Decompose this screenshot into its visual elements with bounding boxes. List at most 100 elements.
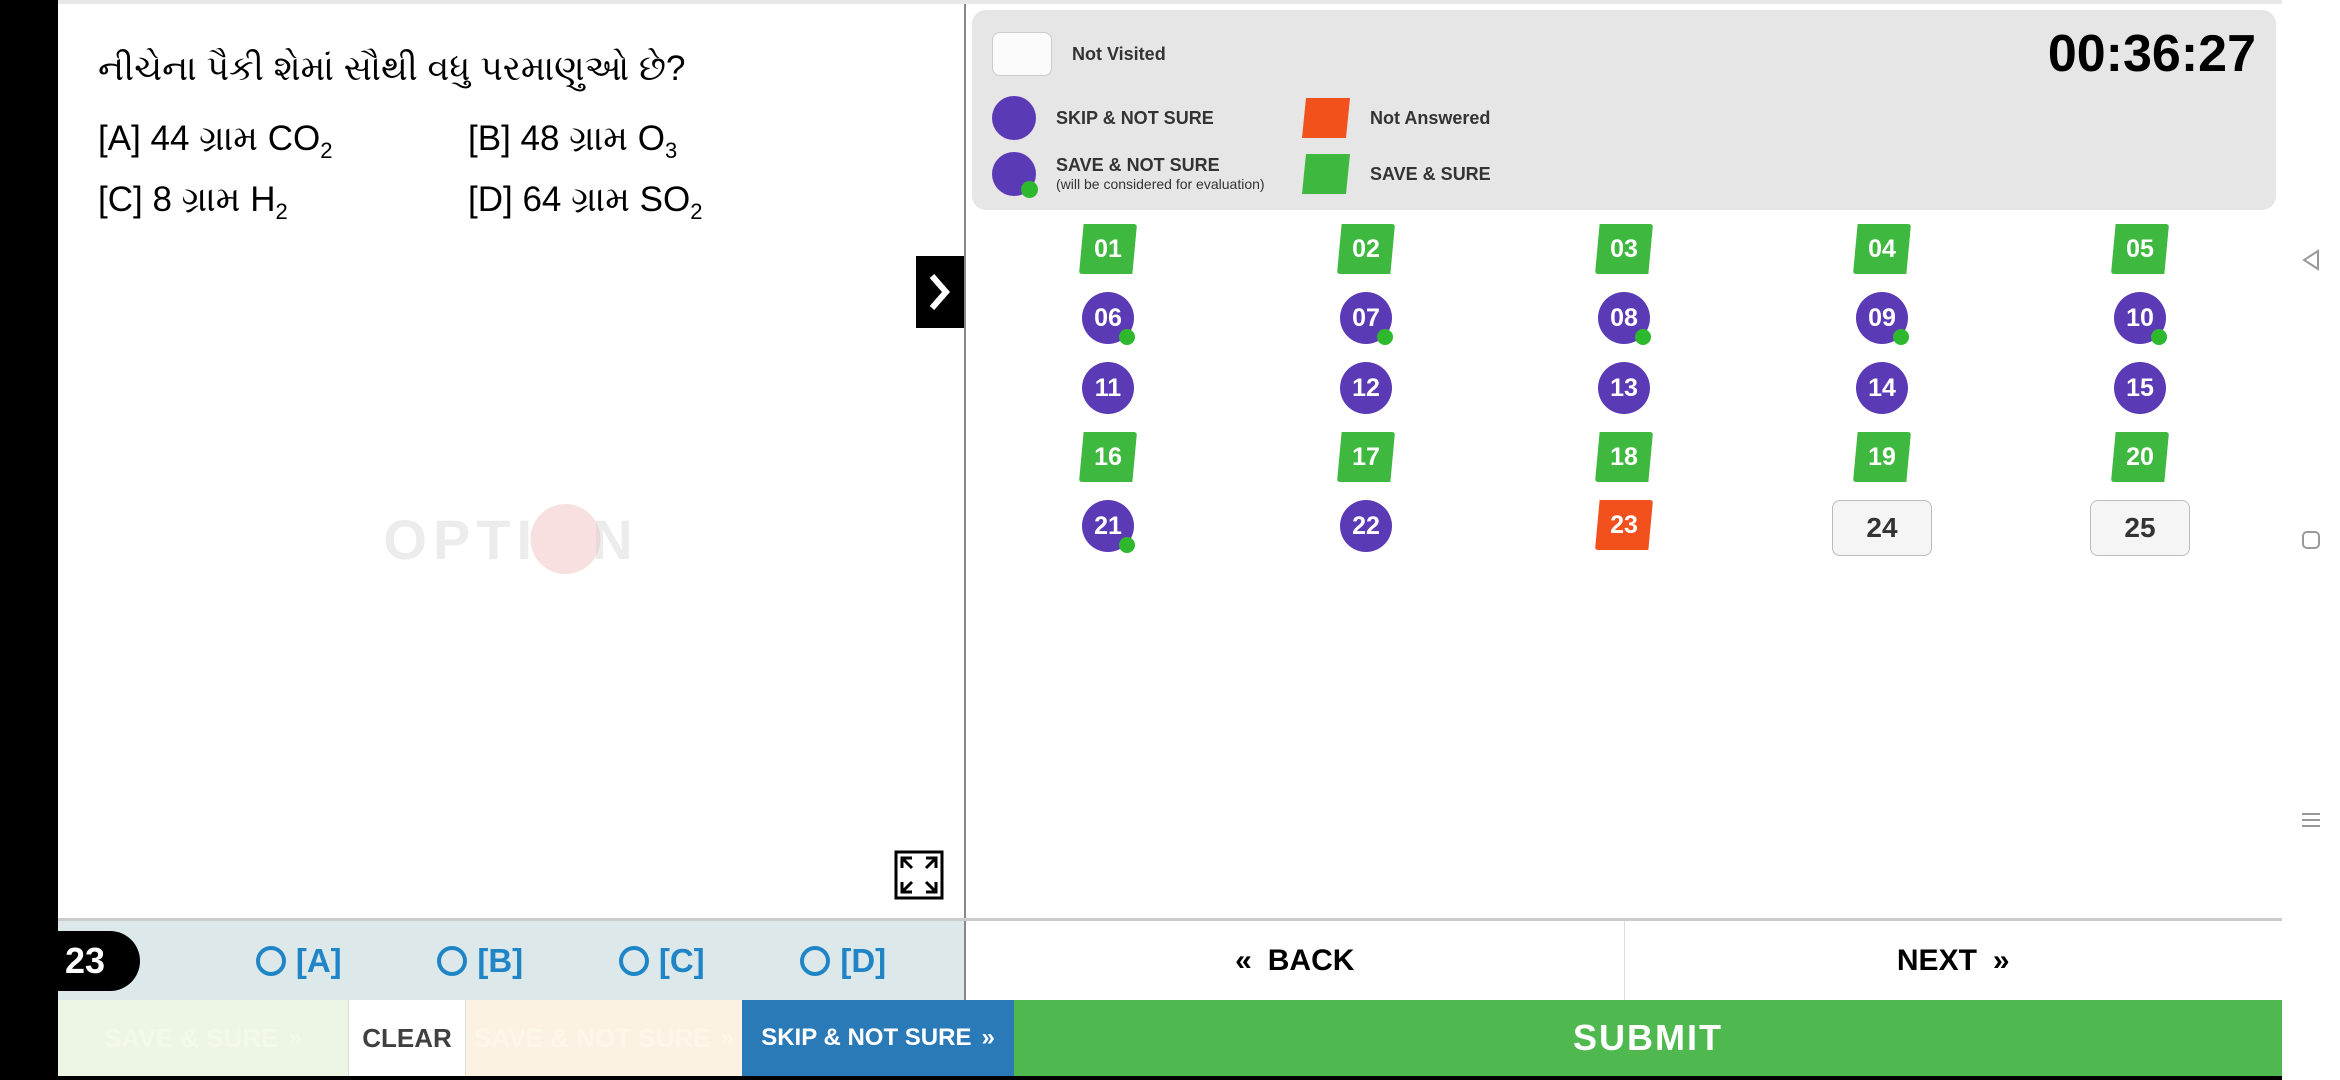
chevron-double-right-icon: »: [721, 1024, 734, 1052]
answer-bar: 23 [A] [B] [C] [D] « BACK: [58, 920, 2282, 1000]
status-dot-icon: [1635, 329, 1651, 345]
answer-option-c[interactable]: [C]: [619, 942, 705, 980]
question-nav-09[interactable]: 09: [1856, 292, 1908, 344]
clear-btn-label: CLEAR: [362, 1023, 452, 1054]
chevron-double-left-icon: «: [1235, 944, 1252, 978]
question-nav-05[interactable]: 05: [2111, 224, 2169, 274]
next-question-arrow[interactable]: [916, 256, 964, 328]
not-visited-label: Not Visited: [1072, 44, 1166, 65]
not-answered-icon: [1302, 98, 1350, 138]
question-nav-08[interactable]: 08: [1598, 292, 1650, 344]
question-nav-06[interactable]: 06: [1082, 292, 1134, 344]
question-nav-03[interactable]: 03: [1595, 224, 1653, 274]
radio-icon: [619, 946, 649, 976]
question-nav-16[interactable]: 16: [1079, 432, 1137, 482]
question-nav-21[interactable]: 21: [1082, 500, 1134, 552]
option-b-label: [B]: [468, 119, 511, 158]
option-c-sub: 2: [276, 199, 288, 224]
save-not-sure-label: SAVE & NOT SURE: [1056, 155, 1265, 176]
question-nav-23[interactable]: 23: [1595, 500, 1653, 550]
question-nav-24[interactable]: 24: [1832, 500, 1932, 556]
status-dot-icon: [1377, 329, 1393, 345]
option-d-sub: 2: [690, 199, 702, 224]
save-sure-button[interactable]: SAVE & SURE »: [58, 1000, 348, 1076]
option-a: [A] 44 ગ્રામ CO2: [98, 119, 468, 164]
answer-option-b[interactable]: [B]: [437, 942, 523, 980]
answer-options: [A] [B] [C] [D]: [178, 921, 966, 1000]
chevron-double-right-icon: »: [1993, 944, 2010, 978]
timer: 00:36:27: [1302, 24, 2256, 84]
status-dot-icon: [1893, 329, 1909, 345]
fullscreen-button[interactable]: [894, 850, 944, 900]
answer-d-label: [D]: [840, 942, 886, 980]
question-nav-12[interactable]: 12: [1340, 362, 1392, 414]
status-dot-icon: [1119, 329, 1135, 345]
submit-button[interactable]: SUBMIT: [1014, 1000, 2282, 1076]
radio-icon: [256, 946, 286, 976]
left-black-bar: [0, 0, 58, 1080]
fullscreen-icon: [894, 850, 944, 900]
option-d-label: [D]: [468, 180, 513, 219]
question-nav-01[interactable]: 01: [1079, 224, 1137, 274]
answer-option-d[interactable]: [D]: [800, 942, 886, 980]
question-nav-13[interactable]: 13: [1598, 362, 1650, 414]
skip-not-sure-button[interactable]: SKIP & NOT SURE »: [742, 1000, 1014, 1076]
back-label: BACK: [1268, 944, 1355, 978]
question-nav-25[interactable]: 25: [2090, 500, 2190, 556]
chevron-double-right-icon: »: [981, 1024, 994, 1052]
skip-not-sure-label: SKIP & NOT SURE: [1056, 108, 1214, 129]
not-answered-label: Not Answered: [1370, 108, 1490, 129]
radio-icon: [437, 946, 467, 976]
watermark-right: N: [592, 507, 638, 572]
system-nav: [2282, 0, 2340, 1080]
question-text: નીચેના પૈકી શેમાં સૌથી વધુ પરમાણુઓ છે?: [98, 36, 924, 103]
chevron-right-icon: [926, 272, 954, 312]
watermark-left: OPTI: [383, 507, 538, 572]
bottom-action-bar: SAVE & SURE » CLEAR SAVE & NOT SURE » SK…: [58, 1000, 2282, 1076]
status-panel: Not Visited 00:36:27 SKIP & NOT SURE Not…: [966, 4, 2282, 918]
clear-button[interactable]: CLEAR: [348, 1000, 466, 1076]
system-menu-icon[interactable]: [2300, 809, 2322, 831]
bottom-border: [58, 1076, 2282, 1080]
question-nav-19[interactable]: 19: [1853, 432, 1911, 482]
question-nav-11[interactable]: 11: [1082, 362, 1134, 414]
status-dot-icon: [1119, 537, 1135, 553]
option-b: [B] 48 ગ્રામ O3: [468, 119, 677, 164]
skip-btn-label: SKIP & NOT SURE: [761, 1024, 971, 1052]
option-a-sub: 2: [320, 138, 332, 163]
question-nav-15[interactable]: 15: [2114, 362, 2166, 414]
question-nav-22[interactable]: 22: [1340, 500, 1392, 552]
option-b-text: 48 ગ્રામ O: [521, 119, 665, 158]
question-panel: નીચેના પૈકી શેમાં સૌથી વધુ પરમાણુઓ છે? […: [58, 4, 966, 918]
question-nav-17[interactable]: 17: [1337, 432, 1395, 482]
current-question-number: 23: [30, 931, 140, 991]
question-nav-18[interactable]: 18: [1595, 432, 1653, 482]
question-nav-07[interactable]: 07: [1340, 292, 1392, 344]
answer-option-a[interactable]: [A]: [256, 942, 342, 980]
save-not-sure-button[interactable]: SAVE & NOT SURE »: [466, 1000, 742, 1076]
option-b-sub: 3: [665, 138, 677, 163]
answer-b-label: [B]: [477, 942, 523, 980]
radio-icon: [800, 946, 830, 976]
save-not-sure-sublabel: (will be considered for evaluation): [1056, 176, 1265, 193]
save-sure-label: SAVE & SURE: [1370, 164, 1491, 185]
option-d: [D] 64 ગ્રામ SO2: [468, 180, 703, 225]
question-nav-20[interactable]: 20: [2111, 432, 2169, 482]
question-grid: 01 02 03 04 05 06 07 08 09 10 11 12 13 14 15 16 17 18 19 20…: [966, 210, 2282, 570]
question-nav-02[interactable]: 02: [1337, 224, 1395, 274]
save-sure-btn-label: SAVE & SURE: [104, 1023, 278, 1054]
question-nav-14[interactable]: 14: [1856, 362, 1908, 414]
option-a-label: [A]: [98, 119, 141, 158]
chevron-double-right-icon: »: [288, 1024, 301, 1052]
system-home-icon[interactable]: [2300, 529, 2322, 551]
status-dot-icon: [2151, 329, 2167, 345]
next-button[interactable]: NEXT »: [1624, 921, 2283, 1000]
system-back-icon[interactable]: [2300, 249, 2322, 271]
back-button[interactable]: « BACK: [966, 921, 1624, 1000]
question-nav-10[interactable]: 10: [2114, 292, 2166, 344]
option-d-text: 64 ગ્રામ SO: [522, 180, 690, 219]
question-nav-04[interactable]: 04: [1853, 224, 1911, 274]
option-c-label: [C]: [98, 180, 143, 219]
save-not-sure-icon: [992, 152, 1036, 196]
legend-box: Not Visited 00:36:27 SKIP & NOT SURE Not…: [972, 10, 2276, 210]
